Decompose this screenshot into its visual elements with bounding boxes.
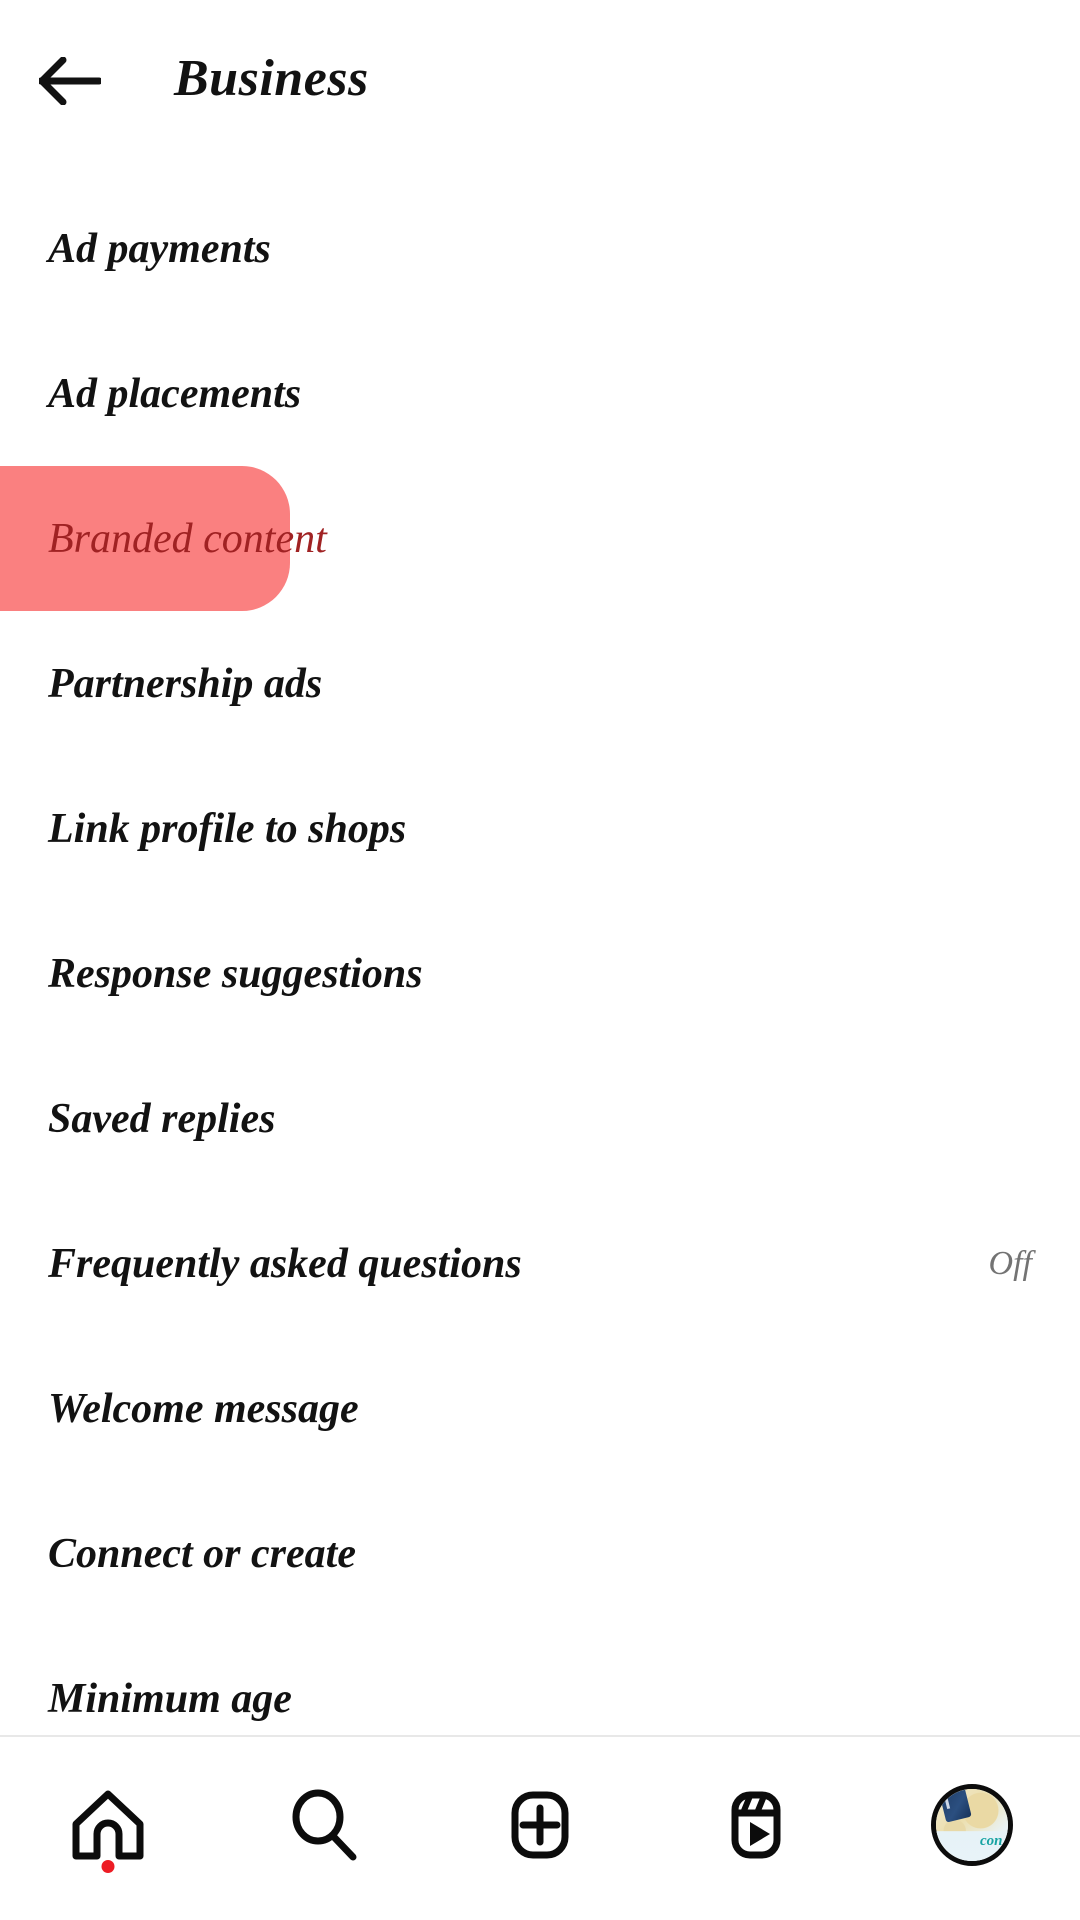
list-item[interactable]: Connect or create <box>0 1481 1080 1626</box>
settings-list[interactable]: Ad payments Ad placements Branded content P… <box>0 160 1080 1736</box>
list-item-label: Ad placements <box>48 370 302 417</box>
list-item[interactable]: Link profile to shops <box>0 756 1080 901</box>
header: Business <box>0 0 1080 160</box>
list-item-label: Link profile to shops <box>48 805 407 852</box>
list-item[interactable]: Ad placements <box>0 321 1080 466</box>
nav-item-reels[interactable] <box>648 1765 864 1885</box>
search-icon <box>287 1789 361 1861</box>
list-item[interactable]: Response suggestions <box>0 901 1080 1046</box>
list-item[interactable]: Ad payments <box>0 176 1080 321</box>
avatar: con <box>931 1784 1013 1866</box>
list-item-label: Welcome message <box>48 1385 359 1432</box>
list-item-label: Branded content <box>48 515 327 562</box>
arrow-left-icon <box>39 57 101 105</box>
list-item[interactable]: Saved replies <box>0 1046 1080 1191</box>
nav-item-create[interactable] <box>432 1765 648 1885</box>
reels-icon <box>719 1789 793 1861</box>
list-item-value: Off <box>988 1244 1032 1282</box>
plus-square-icon <box>503 1789 577 1861</box>
list-item-label: Frequently asked questions <box>48 1240 522 1287</box>
nav-item-search[interactable] <box>216 1765 432 1885</box>
list-item-label: Minimum age <box>48 1675 292 1722</box>
list-item[interactable]: Welcome message <box>0 1336 1080 1481</box>
list-item[interactable]: Branded content <box>0 466 1080 611</box>
list-item[interactable]: Frequently asked questions Off <box>0 1191 1080 1336</box>
avatar-caption: con <box>980 1833 1003 1849</box>
home-notification-badge <box>101 1860 115 1873</box>
list-item[interactable]: Partnership ads <box>0 611 1080 756</box>
bottom-nav: con <box>0 1737 1080 1920</box>
list-item[interactable]: Minimum age <box>0 1626 1080 1736</box>
list-item-label: Saved replies <box>48 1095 276 1142</box>
home-icon <box>71 1789 145 1861</box>
page-title: Business <box>174 50 369 107</box>
list-item-label: Connect or create <box>48 1530 356 1577</box>
back-button[interactable] <box>24 38 116 124</box>
list-item-label: Partnership ads <box>48 660 323 707</box>
list-item-label: Response suggestions <box>48 950 423 997</box>
list-item-label: Ad payments <box>48 225 271 272</box>
nav-item-profile[interactable]: con <box>864 1765 1080 1885</box>
app-screen: Business Ad payments Ad placements Branded… <box>0 0 1080 1920</box>
nav-item-home[interactable] <box>0 1765 216 1885</box>
